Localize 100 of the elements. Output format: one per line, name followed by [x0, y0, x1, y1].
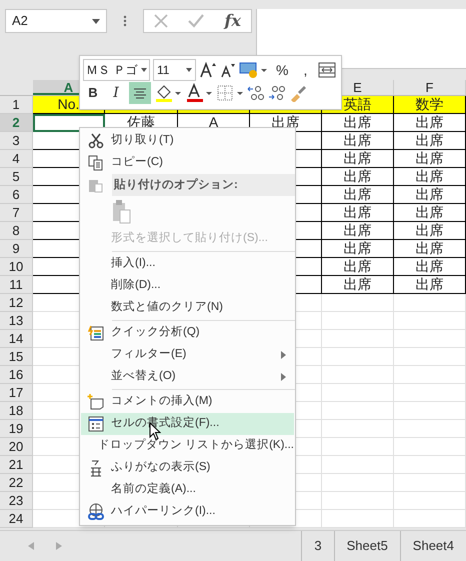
table-cell: 出席 — [322, 258, 394, 276]
row-header[interactable]: 19 — [0, 420, 33, 438]
menu-item[interactable]: 名前の定義(A)... — [81, 479, 294, 501]
table-cell: 数学 — [394, 96, 466, 114]
table-cell: 出席 — [394, 132, 466, 150]
table-cell — [322, 402, 394, 420]
table-cell — [322, 348, 394, 366]
table-cell: 出席 — [394, 222, 466, 240]
table-cell — [394, 330, 466, 348]
check-icon[interactable] — [188, 14, 204, 28]
dropdown-arrow-icon — [92, 18, 100, 24]
sheet-tab[interactable]: Sheet5 — [334, 531, 400, 561]
format-button[interactable]: , — [295, 60, 316, 80]
table-cell — [322, 384, 394, 402]
row-header[interactable]: 14 — [0, 330, 33, 348]
decrease-decimal-icon[interactable] — [268, 84, 286, 102]
font-name-field[interactable]: ＭＳ Ｐゴ — [83, 59, 150, 81]
increase-decimal-icon[interactable] — [247, 84, 265, 102]
table-cell — [394, 474, 466, 492]
table-cell — [322, 474, 394, 492]
table-cell: 出席 — [394, 186, 466, 204]
table-cell: 出席 — [394, 168, 466, 186]
menu-item[interactable]: フィルター(E) — [81, 344, 294, 366]
table-cell — [394, 456, 466, 474]
currency-format-icon[interactable] — [239, 61, 269, 79]
table-cell — [394, 402, 466, 420]
table-cell — [394, 420, 466, 438]
row-header[interactable]: 15 — [0, 348, 33, 366]
row-header[interactable]: 12 — [0, 294, 33, 312]
row-header[interactable]: 23 — [0, 492, 33, 510]
row-header[interactable]: 7 — [0, 204, 33, 222]
menu-item[interactable]: コピー(C) — [81, 152, 294, 174]
dropdown-arrow-icon — [141, 68, 147, 72]
format-painter-icon[interactable] — [289, 84, 307, 102]
dropdown-arrow-icon — [186, 68, 192, 72]
menu-item[interactable]: 数式と値のクリア(N) — [81, 297, 294, 319]
table-cell: 出席 — [322, 150, 394, 168]
grow-font-icon[interactable] — [199, 61, 217, 79]
row-header[interactable]: 24 — [0, 510, 33, 528]
menu-item[interactable]: 並べ替え(O) — [81, 366, 294, 388]
row-header[interactable]: 17 — [0, 384, 33, 402]
table-cell — [394, 384, 466, 402]
row-header[interactable]: 21 — [0, 456, 33, 474]
row-header[interactable]: 2 — [0, 114, 33, 132]
quick-analysis-icon — [88, 325, 104, 341]
row-header[interactable]: 18 — [0, 402, 33, 420]
name-box[interactable]: A2 — [5, 9, 107, 33]
table-cell: 出席 — [394, 258, 466, 276]
menu-item[interactable]: ハイパーリンク(I)... — [81, 501, 294, 523]
scissors-icon — [88, 133, 104, 149]
sheet-tab[interactable]: Sheet4 — [400, 531, 466, 561]
table-cell — [322, 438, 394, 456]
row-header[interactable]: 11 — [0, 276, 33, 294]
row-header[interactable]: 6 — [0, 186, 33, 204]
row-header[interactable]: 9 — [0, 240, 33, 258]
table-cell — [322, 366, 394, 384]
table-cell: 出席 — [322, 240, 394, 258]
shrink-font-icon[interactable] — [220, 61, 236, 79]
align-center-icon[interactable] — [129, 82, 151, 104]
table-cell — [394, 348, 466, 366]
row-header[interactable]: 20 — [0, 438, 33, 456]
menu-item[interactable]: ふりがなの表示(S) — [81, 457, 294, 479]
table-cell: 出席 — [394, 276, 466, 294]
menu-item[interactable]: ドロップダウン リストから選択(K)... — [81, 435, 294, 457]
row-header[interactable]: 13 — [0, 312, 33, 330]
table-cell: 出席 — [322, 132, 394, 150]
italic-button[interactable]: I — [106, 83, 126, 103]
table-cell — [394, 312, 466, 330]
row-header[interactable]: 16 — [0, 366, 33, 384]
font-size-field[interactable]: 11 — [153, 59, 196, 81]
menu-item[interactable]: 削除(D)... — [81, 275, 294, 297]
table-cell: 出席 — [394, 150, 466, 168]
comment-icon — [87, 394, 105, 410]
furigana-icon — [89, 459, 103, 477]
row-header[interactable]: 8 — [0, 222, 33, 240]
table-cell — [394, 492, 466, 510]
table-cell: 出席 — [394, 240, 466, 258]
row-header[interactable]: 10 — [0, 258, 33, 276]
menu-item[interactable]: 挿入(I)... — [81, 253, 294, 275]
table-cell — [322, 294, 394, 312]
merge-center-icon[interactable] — [318, 61, 336, 79]
table-cell: 出席 — [322, 276, 394, 294]
format-button[interactable]: % — [272, 60, 292, 80]
insert-function-button[interactable]: fx — [224, 9, 241, 33]
sheet-tab[interactable]: 3 — [301, 531, 334, 561]
menu-item[interactable]: クイック分析(Q) — [81, 322, 294, 344]
row-header[interactable]: 1 — [0, 96, 33, 114]
row-header[interactable]: 3 — [0, 132, 33, 150]
menu-item[interactable]: コメントの挿入(M) — [81, 391, 294, 413]
menu-item[interactable]: 切り取り(T) — [81, 130, 294, 152]
table-cell — [322, 420, 394, 438]
column-header[interactable]: F — [394, 80, 466, 95]
row-header[interactable]: 4 — [0, 150, 33, 168]
row-header[interactable]: 22 — [0, 474, 33, 492]
more-icon — [123, 15, 127, 27]
table-cell — [322, 456, 394, 474]
row-header[interactable]: 5 — [0, 168, 33, 186]
font-color-icon[interactable] — [185, 83, 213, 103]
fill-color-icon[interactable] — [154, 83, 182, 103]
hyperlink-icon — [87, 503, 105, 521]
